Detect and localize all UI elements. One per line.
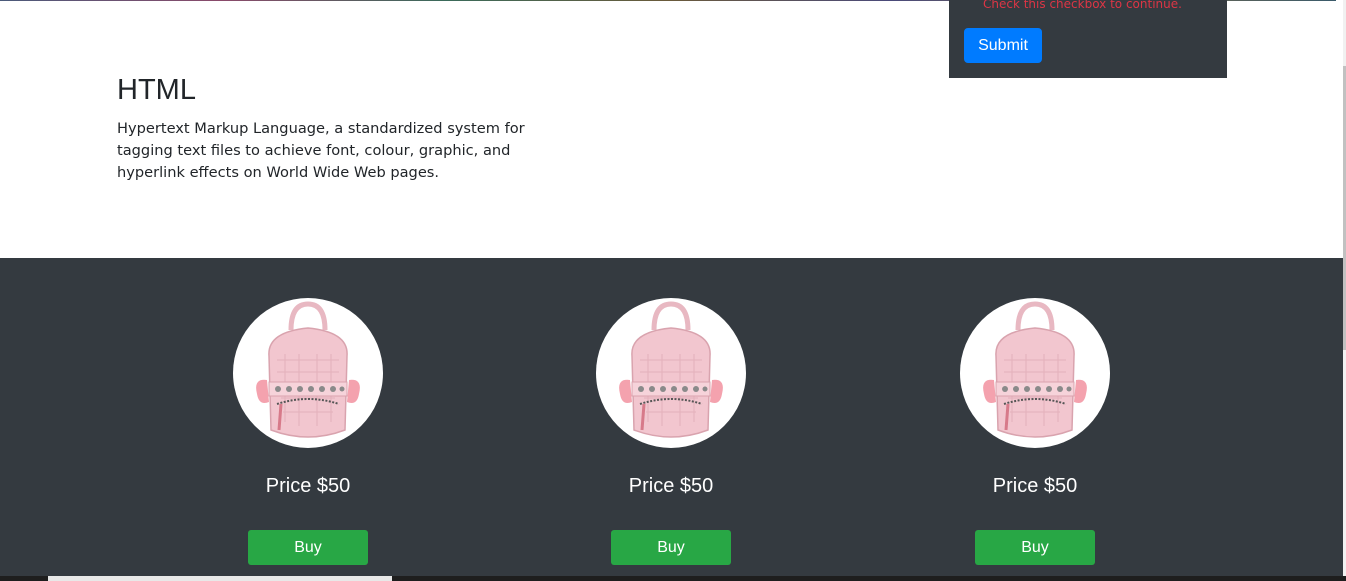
- backpack-image: [960, 298, 1110, 448]
- submit-button[interactable]: Submit: [964, 28, 1042, 63]
- checkbox-invalid-feedback: Check this checkbox to continue.: [983, 0, 1182, 11]
- buy-button[interactable]: Buy: [975, 530, 1095, 565]
- intro-title: HTML: [117, 74, 196, 106]
- buy-button[interactable]: Buy: [248, 530, 368, 565]
- buy-button[interactable]: Buy: [611, 530, 731, 565]
- signup-form-panel: Check this checkbox to continue. Submit: [949, 0, 1227, 78]
- intro-section: HTML Hypertext Markup Language, a standa…: [117, 70, 557, 184]
- product-card: Price $50 Buy: [885, 258, 1185, 581]
- products-section: Price $50 Buy Price $50 Buy Price $50 Bu…: [0, 258, 1343, 581]
- product-card: Price $50 Buy: [158, 258, 458, 581]
- product-price: Price $50: [992, 475, 1078, 497]
- backpack-image: [233, 298, 383, 448]
- backpack-image: [596, 298, 746, 448]
- product-price: Price $50: [265, 475, 351, 497]
- product-price: Price $50: [628, 475, 714, 497]
- product-card: Price $50 Buy: [521, 258, 821, 581]
- intro-description: Hypertext Markup Language, a standardize…: [117, 120, 525, 181]
- taskbar-active-item: [48, 576, 392, 581]
